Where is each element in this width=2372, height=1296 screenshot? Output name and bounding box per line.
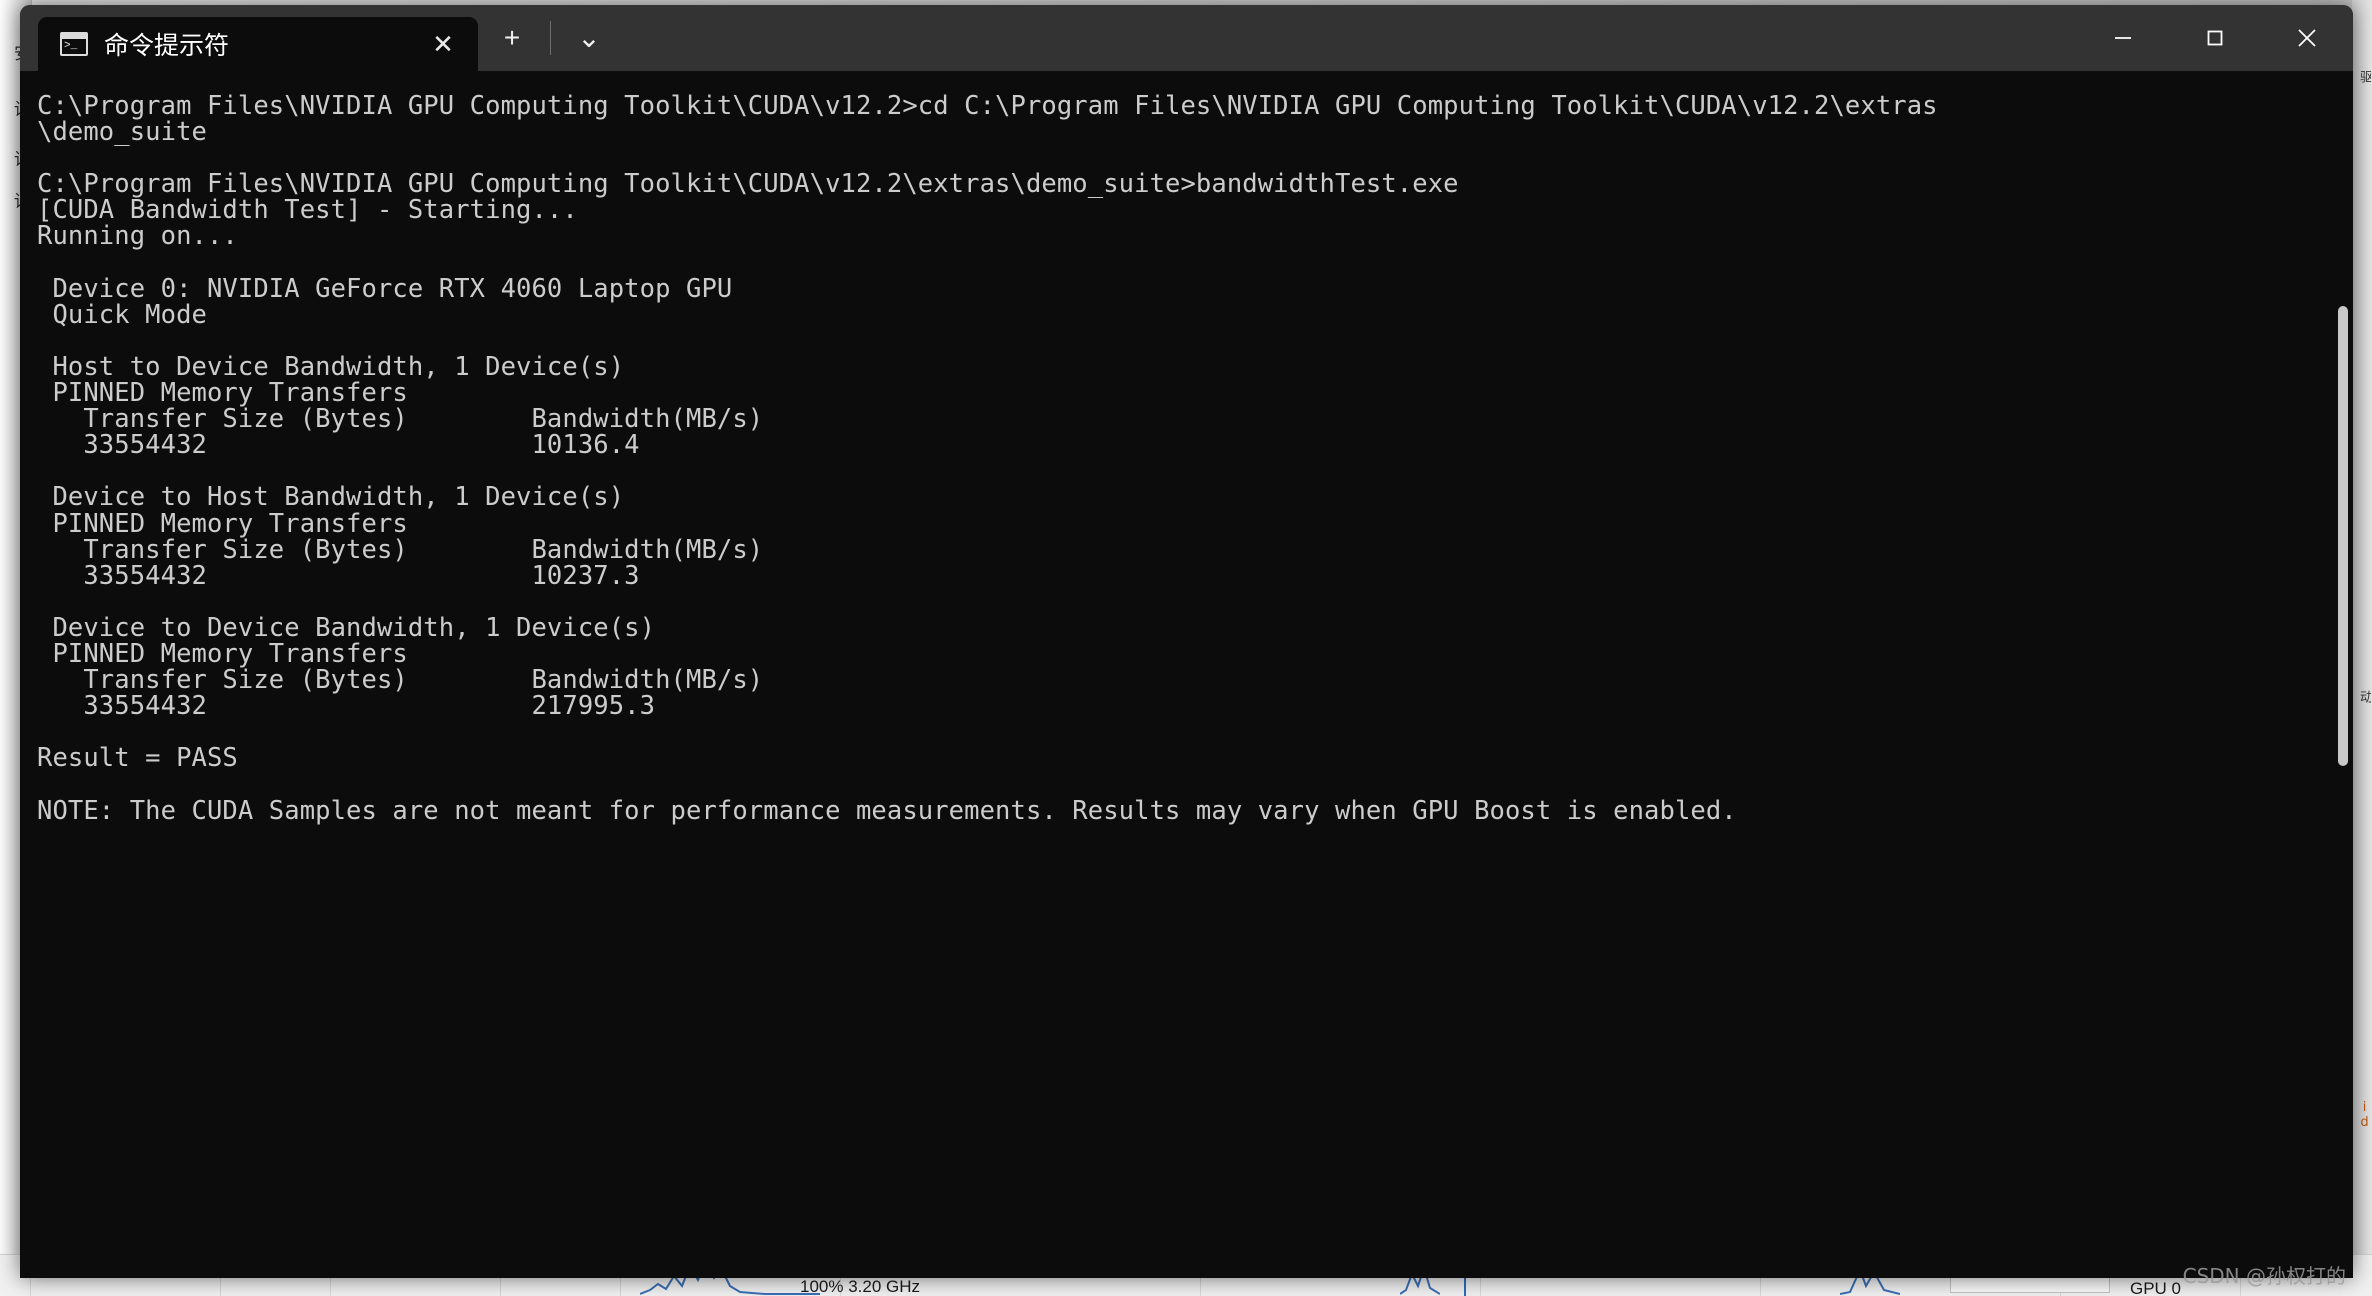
tabstrip-divider [550, 21, 551, 55]
terminal-text: C:\Program Files\NVIDIA GPU Computing To… [37, 91, 1938, 826]
chevron-down-icon[interactable]: ⌄ [561, 12, 617, 64]
maximize-icon [2207, 30, 2223, 46]
background-right-label-1: 动 [2357, 690, 2371, 703]
terminal-icon [60, 32, 88, 56]
tabstrip-actions[interactable]: + ⌄ [478, 5, 623, 71]
window-titlebar[interactable]: 命令提示符 ✕ + ⌄ [20, 5, 2353, 71]
close-button[interactable] [2261, 5, 2353, 71]
background-right-label-0: 驱 [2357, 70, 2371, 83]
csdn-watermark: CSDN @孙权打的 [2182, 1264, 2346, 1288]
terminal-scrollbar[interactable] [2338, 306, 2348, 766]
gpu-label: GPU 0 [2130, 1279, 2182, 1296]
maximize-button[interactable] [2169, 5, 2261, 71]
new-tab-icon[interactable]: + [484, 12, 540, 64]
cpu-usage-label: 100% 3.20 GHz [800, 1277, 921, 1296]
command-prompt-window[interactable]: 命令提示符 ✕ + ⌄ [20, 5, 2353, 1278]
close-icon [2298, 29, 2316, 47]
background-right-panel: 驱 动 id [2352, 0, 2372, 1296]
tab-command-prompt[interactable]: 命令提示符 ✕ [38, 17, 478, 71]
terminal-output-area[interactable]: C:\Program Files\NVIDIA GPU Computing To… [20, 71, 2353, 1278]
tab-title: 命令提示符 [104, 31, 230, 60]
tab-strip[interactable]: 命令提示符 ✕ + ⌄ [20, 5, 623, 71]
window-controls[interactable] [2077, 5, 2353, 71]
tab-close-icon[interactable]: ✕ [426, 27, 460, 61]
minimize-icon [2115, 37, 2131, 39]
background-right-label-2: id [2357, 1100, 2371, 1130]
minimize-button[interactable] [2077, 5, 2169, 71]
